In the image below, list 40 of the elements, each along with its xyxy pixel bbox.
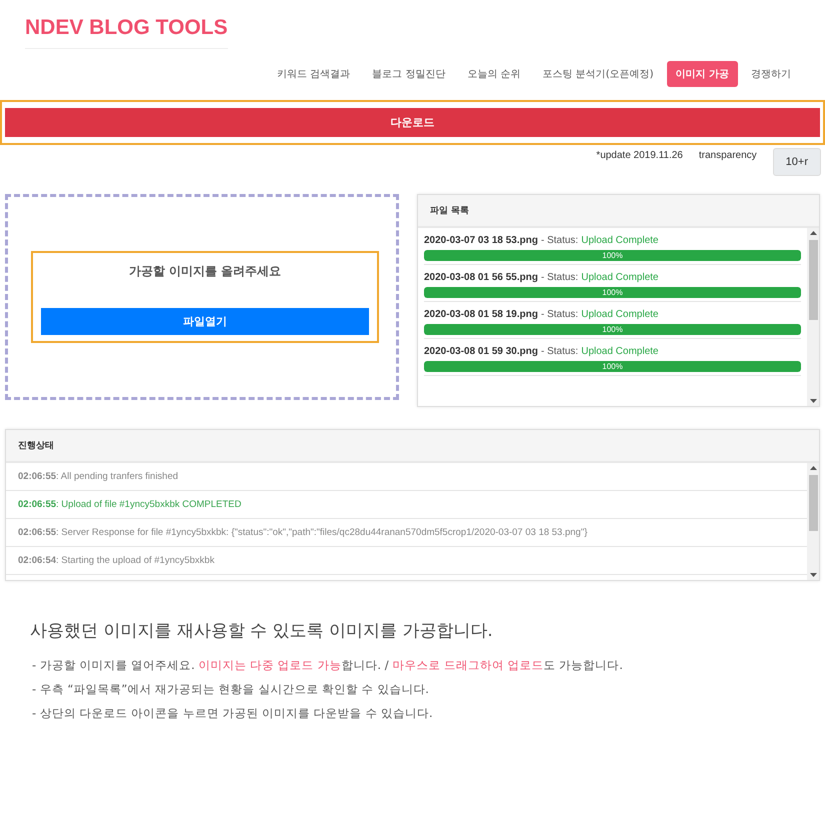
dropzone[interactable]: 가공할 이미지를 올려주세요 파일열기 [5,194,399,400]
progress-fill: 100% [424,324,801,335]
file-status: Upload Complete [581,235,658,246]
file-status: Upload Complete [581,272,658,283]
description-line: - 우측 “파일목록”에서 재가공되는 현황을 실시간으로 확인할 수 있습니다. [32,682,430,697]
progress-fill: 100% [424,361,801,372]
description-heading: 사용했던 이미지를 재사용할 수 있도록 이미지를 가공합니다. [30,620,494,642]
file-name: 2020-03-08 01 58 19.png [424,309,538,320]
log-entry: 02:06:54: Starting the upload of #1yncy5bxkbk [6,547,807,575]
log-entry: 02:06:55: All pending tranfers finished [6,463,807,491]
scrollbar[interactable] [807,463,819,580]
status-label: - Status: [540,235,578,246]
transparency-field[interactable]: 10+r [772,148,821,176]
update-note: *update 2019.11.26 [596,149,683,161]
download-button[interactable]: 다운로드 [5,108,820,137]
file-name: 2020-03-08 01 59 30.png [424,346,538,357]
transparency-label: transparency [698,149,757,161]
status-label: - Status: [540,309,578,320]
description-line: - 상단의 다운로드 아이콘을 누르면 가공된 이미지를 다운받을 수 있습니다. [32,706,434,721]
nav-link[interactable]: 키워드 검색결과 [268,61,360,87]
nav-link[interactable]: 포스팅 분석기(오픈예정) [534,61,663,87]
nav-link[interactable]: 블로그 정밀진단 [363,61,454,87]
description-line: - 가공할 이미지를 열어주세요. 이미지는 다중 업로드 가능합니다. / 마우스로 드래그하여 업로드도 가능합니다. [32,658,624,673]
file-status: Upload Complete [581,346,658,357]
nav-link[interactable]: 오늘의 순위 [458,61,530,87]
panel-title: 파일 목록 [418,195,819,228]
nav-link[interactable]: 경쟁하기 [742,61,800,87]
status-label: - Status: [540,346,578,357]
panel-title: 진행상태 [6,430,819,463]
scrollbar[interactable] [807,228,819,406]
progress-fill: 100% [424,250,801,261]
progress-fill: 100% [424,287,801,298]
log-entry: 02:06:55: Upload of file #1yncy5bxkbk COMPLETED [6,491,807,519]
file-name: 2020-03-08 01 56 55.png [424,272,538,283]
file-name: 2020-03-07 03 18 53.png [424,235,538,246]
file-status: Upload Complete [581,309,658,320]
status-label: - Status: [540,272,578,283]
upload-prompt: 가공할 이미지를 올려주세요 [128,263,282,280]
log-entry: 02:06:55: Server Response for file #1yncy5bxkbk: {"status":"ok","path":"files/qc28du44ranan570dm5f5crop1/2020-03-07 03 18 53.png"} [6,519,807,547]
open-file-button[interactable]: 파일열기 [41,308,369,335]
